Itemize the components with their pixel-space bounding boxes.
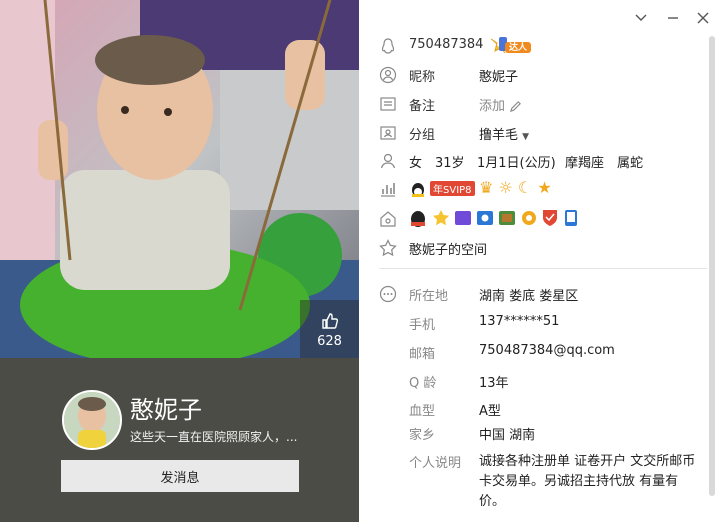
profile-details-panel: 750487384 达人 昵称 憨妮子 备注 添加 分组 撸羊毛 ▼ 女 31岁… [359,0,722,522]
email-row: 邮箱 750487384@qq.com [359,339,711,363]
profile-left-panel: 628 憨妮子 这些天一直在医院照顾家人，... 发消息 [0,0,359,522]
qage-label: Q 龄 [409,376,437,391]
remark-label: 备注 [409,99,436,114]
email-label: 邮箱 [409,347,436,362]
phone-label: 手机 [409,318,436,333]
qzone-link[interactable]: 憨妮子的空间 [409,239,487,258]
phone-row: 手机 137******51 [359,310,711,334]
group-label: 分组 [409,128,436,143]
qage-value: 13年 [479,376,509,391]
scrollbar[interactable] [709,36,715,496]
group-value: 撸羊毛 [479,128,519,143]
close-icon[interactable] [695,10,711,26]
nickname-row: 昵称 憨妮子 [359,62,711,86]
moon-icon: ☾ [517,178,533,197]
profile-signature: 这些天一直在医院照顾家人，... [130,430,298,444]
house-star-icon [380,211,396,227]
qzone-row[interactable]: 憨妮子的空间 [359,235,711,259]
intro-row: 个人说明 诚接各种注册单 证卷开户 文交所邮币卡交易单。另诚招主持代放 有量有价… [359,448,711,514]
intro-label: 个人说明 [409,456,462,471]
chevron-down-icon[interactable] [633,10,649,26]
remark-add-button[interactable]: 添加 [479,95,522,114]
qq-number-row: 750487384 达人 [359,33,711,57]
basic-info-row: 女 31岁 1月1日(公历) 摩羯座 属蛇 [359,148,711,172]
sun-icon: ☼ [498,178,513,197]
blood-type-label: 血型 [409,404,436,419]
caret-down-icon: ▼ [522,132,530,142]
person-icon [380,153,396,169]
location-row: 所在地 湖南 娄底 娄星区 [359,281,711,305]
phone-value: 137******51 [479,314,560,329]
expert-badge-label: 达人 [509,43,528,53]
service-icons-strip [411,210,577,227]
more-dots-icon [379,285,397,303]
group-row: 分组 撸羊毛 ▼ [359,120,711,144]
user-circle-icon [379,66,397,84]
profile-nickname: 憨妮子 [130,396,202,424]
star-icon: ★ [537,178,552,197]
hometown-value: 中国 湖南 [479,428,536,443]
vip-row: 年SVIP8 ♛ ☼ ☾ ★ [359,176,711,200]
zodiac: 属蛇 [617,156,644,171]
service-icons[interactable] [409,208,599,232]
qq-number: 750487384 [409,37,484,52]
penguin-vip-icon [412,182,424,197]
nickname-value: 憨妮子 [479,70,519,85]
hometown-row: 家乡 中国 湖南 [359,420,711,444]
nickname-label: 昵称 [409,70,436,85]
svip-badge[interactable]: 年SVIP8 [409,178,475,198]
location-label: 所在地 [409,289,449,304]
star-outline-icon [379,239,397,257]
penguin-icon [381,38,395,54]
constellation: 摩羯座 [565,156,605,171]
send-message-button[interactable]: 发消息 [61,460,299,492]
gender: 女 [409,156,423,171]
minimize-icon[interactable] [665,10,681,26]
bar-chart-icon [381,183,395,197]
services-row [359,206,711,230]
expert-badge[interactable]: 达人 [489,35,533,59]
avatar[interactable] [62,390,122,450]
thumbs-up-icon [322,313,339,329]
section-divider [379,268,707,269]
crown-icon: ♛ [479,178,494,197]
group-dropdown[interactable]: 撸羊毛 ▼ [479,124,529,143]
group-card-icon [380,126,396,140]
intro-value: 诚接各种注册单 证卷开户 文交所邮币卡交易单。另诚招主持代放 有量有价。 [479,454,696,509]
email-value: 750487384@qq.com [479,343,615,358]
remark-card-icon [380,97,396,111]
location-value: 湖南 娄底 娄星区 [479,289,579,304]
pencil-icon [510,101,522,113]
level-icons[interactable]: ♛ ☼ ☾ ★ [479,178,552,197]
like-count: 628 [317,334,342,349]
hometown-label: 家乡 [409,428,436,443]
blood-type-value: A型 [479,404,501,419]
svip-label: 年SVIP8 [430,181,475,196]
avatar-image [64,392,120,448]
age: 31岁 [435,156,465,171]
qage-row: Q 龄 13年 [359,368,711,392]
birthday: 1月1日(公历) [477,156,556,171]
remark-row: 备注 添加 [359,91,711,115]
like-counter[interactable]: 628 [300,300,359,360]
blood-type-row: 血型 A型 [359,396,711,420]
remark-add-label: 添加 [479,99,506,114]
